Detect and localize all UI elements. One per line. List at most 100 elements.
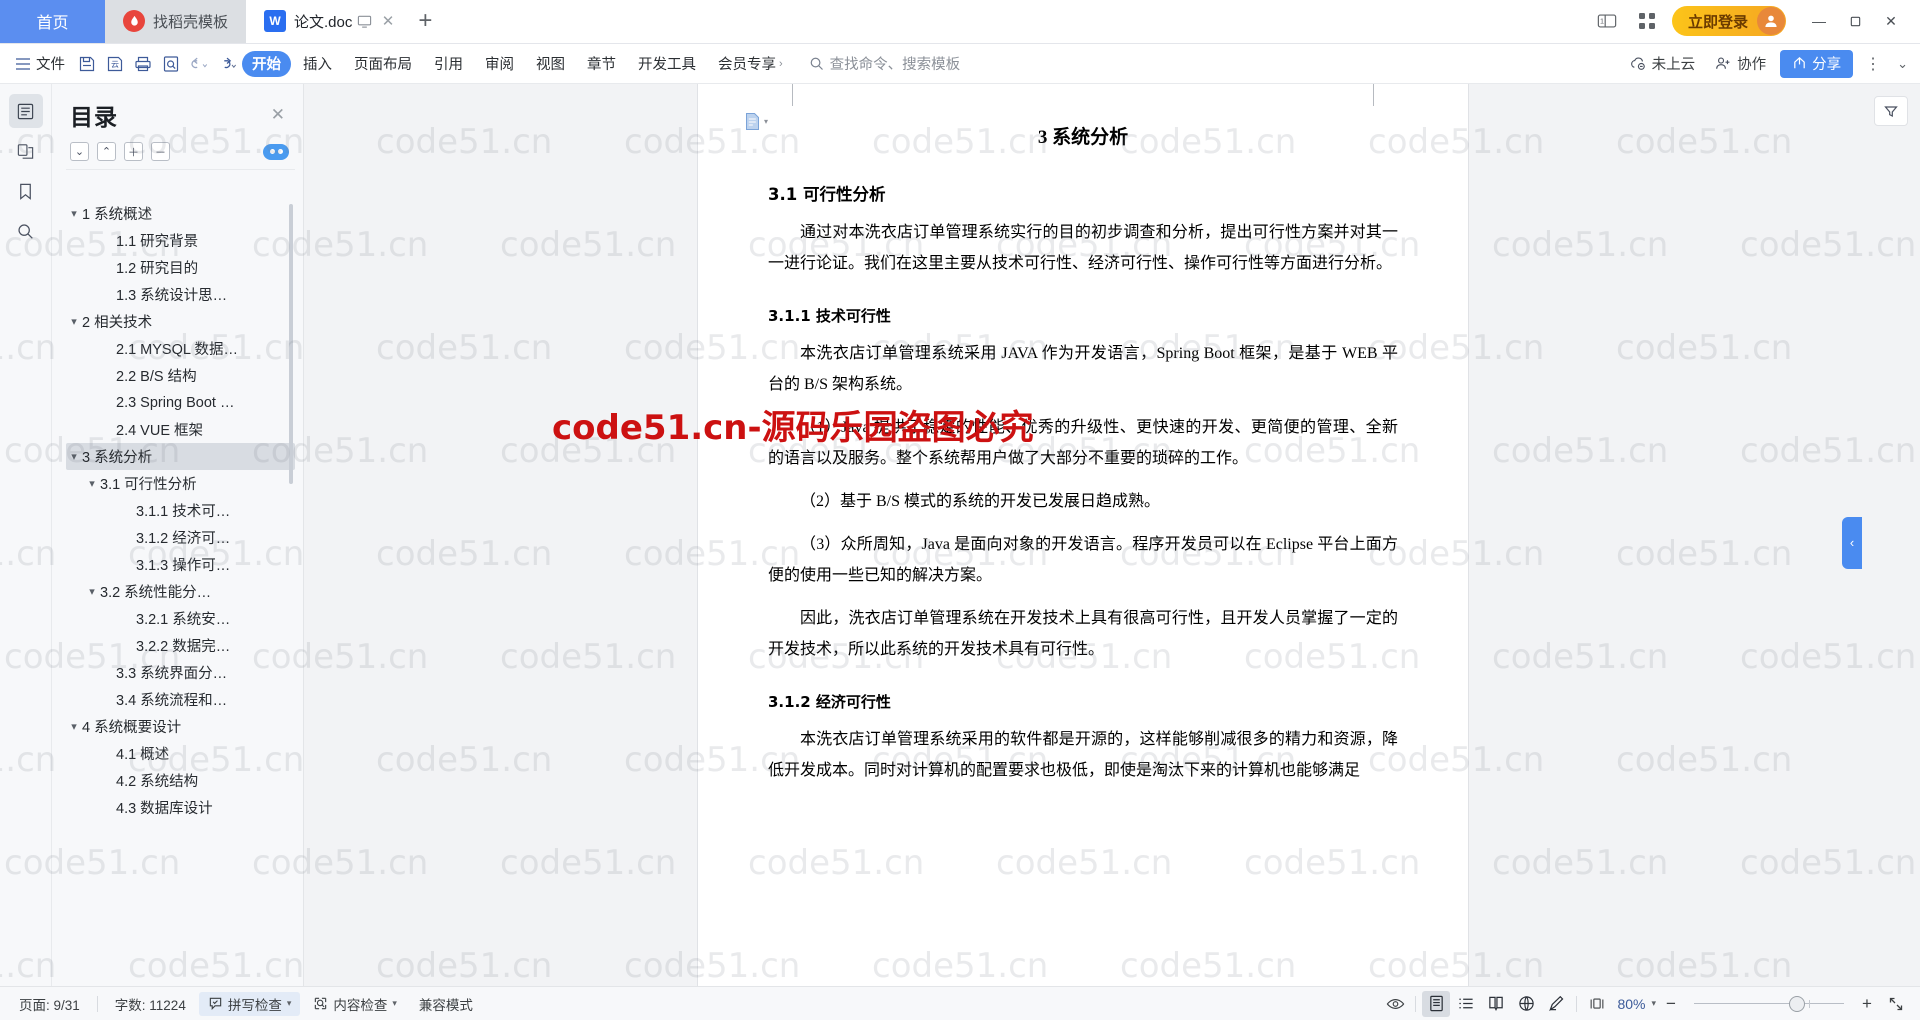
ribbon-tab-review[interactable]: 审阅 bbox=[475, 51, 524, 77]
toc-item[interactable]: 3.2.2 数据完… bbox=[66, 632, 295, 659]
present-icon[interactable] bbox=[357, 14, 372, 29]
login-button[interactable]: 立即登录 bbox=[1671, 6, 1786, 36]
more-options-icon[interactable]: ⋮ bbox=[1861, 54, 1885, 74]
maximize-button[interactable] bbox=[1838, 6, 1872, 36]
new-tab-button[interactable]: + bbox=[404, 0, 446, 43]
compatibility-mode-label[interactable]: 兼容模式 bbox=[410, 992, 482, 1016]
page-indicator[interactable]: 页面: 9/31 bbox=[10, 992, 89, 1016]
tab-daoke-templates[interactable]: 找稻壳模板 bbox=[105, 0, 247, 43]
ribbon-tab-start[interactable]: 开始 bbox=[242, 50, 291, 77]
document-page[interactable]: ▾ 3 系统分析 3.1 可行性分析 通过对本洗衣店订单管理系统实行的目的初步调查… bbox=[698, 84, 1468, 986]
toc-item[interactable]: 3.1.3 操作可… bbox=[66, 551, 295, 578]
zoom-out-button[interactable]: − bbox=[1658, 992, 1684, 1016]
document-canvas[interactable]: ▾ 3 系统分析 3.1 可行性分析 通过对本洗衣店订单管理系统实行的目的初步调查… bbox=[304, 84, 1862, 986]
ribbon-tab-insert[interactable]: 插入 bbox=[293, 51, 342, 77]
content-check-button[interactable]: 内容检查 ▾ bbox=[304, 992, 406, 1016]
toc-item-list[interactable]: ▾ 1 系统概述 1.1 研究背景 1.2 研究目的 1.3 系统设计思… ▾ 2 相关技术… bbox=[66, 169, 295, 986]
toc-item[interactable]: 3.4 系统流程和… bbox=[66, 686, 295, 713]
ribbon-tab-page-layout[interactable]: 页面布局 bbox=[344, 51, 422, 77]
bookmark-panel-icon[interactable] bbox=[9, 174, 43, 208]
tab-document[interactable]: W 论文.doc ✕ bbox=[246, 0, 405, 43]
undo-icon[interactable] bbox=[186, 50, 212, 78]
word-count[interactable]: 字数: 11224 bbox=[106, 992, 195, 1016]
chevron-down-icon[interactable]: ▾ bbox=[1651, 998, 1656, 1009]
move-down-icon[interactable]: ⌄ bbox=[70, 142, 89, 161]
toc-item[interactable]: 2.1 MYSQL 数据… bbox=[66, 335, 295, 362]
app-grid-icon[interactable] bbox=[1632, 7, 1662, 35]
minimize-button[interactable]: — bbox=[1802, 6, 1836, 36]
outline-panel-icon[interactable] bbox=[8, 94, 43, 128]
search-input[interactable]: 查找命令、搜索模板 bbox=[809, 53, 960, 74]
ribbon-tab-reference[interactable]: 引用 bbox=[424, 51, 473, 77]
toc-item[interactable]: ▾ 4 系统概要设计 bbox=[66, 713, 295, 740]
tab-home[interactable]: 首页 bbox=[0, 0, 105, 43]
chevron-down-icon[interactable]: ▾ bbox=[84, 585, 100, 598]
save-icon[interactable] bbox=[74, 50, 100, 78]
chevron-down-icon[interactable]: ▾ bbox=[66, 207, 82, 220]
split-view-icon[interactable]: 1 bbox=[1592, 7, 1622, 35]
zoom-in-button[interactable]: + bbox=[1854, 992, 1880, 1016]
fullscreen-icon[interactable] bbox=[1882, 991, 1910, 1017]
toc-item[interactable]: 2.4 VUE 框架 bbox=[66, 416, 295, 443]
toc-item[interactable]: 3.1.2 经济可… bbox=[66, 524, 295, 551]
share-button[interactable]: 分享 bbox=[1780, 49, 1854, 78]
toc-item[interactable]: 4.2 系统结构 bbox=[66, 767, 295, 794]
file-menu-button[interactable]: 文件 bbox=[8, 49, 72, 79]
print-icon[interactable] bbox=[130, 50, 156, 78]
fit-page-icon[interactable] bbox=[1583, 991, 1611, 1017]
toc-scrollbar[interactable] bbox=[289, 204, 293, 484]
print-preview-icon[interactable] bbox=[158, 50, 184, 78]
ribbon-tab-view[interactable]: 视图 bbox=[526, 51, 575, 77]
thumbnail-panel-icon[interactable] bbox=[9, 134, 43, 168]
web-view-icon[interactable] bbox=[1512, 991, 1540, 1017]
zoom-slider[interactable] bbox=[1694, 995, 1844, 1012]
toc-item[interactable]: ▾ 3 系统分析 bbox=[66, 443, 295, 470]
toc-item[interactable]: 1.3 系统设计思… bbox=[66, 281, 295, 308]
close-tab-icon[interactable]: ✕ bbox=[382, 14, 395, 29]
chevron-down-icon[interactable]: ▾ bbox=[66, 315, 82, 328]
chevron-down-icon[interactable]: ▾ bbox=[66, 720, 82, 733]
page-view-icon[interactable] bbox=[1422, 990, 1451, 1017]
toc-item[interactable]: 2.3 Spring Boot … bbox=[66, 389, 295, 416]
collaborate-button[interactable]: 协作 bbox=[1709, 50, 1772, 78]
toc-item[interactable]: ▾ 3.1 可行性分析 bbox=[66, 470, 295, 497]
save-as-icon[interactable]: 云 bbox=[102, 50, 128, 78]
paragraph-style-marker[interactable]: ▾ bbox=[744, 112, 768, 131]
ribbon-tab-dev-tools[interactable]: 开发工具 bbox=[628, 51, 706, 77]
chevron-down-icon[interactable]: ▾ bbox=[287, 998, 292, 1009]
toc-item[interactable]: 2.2 B/S 结构 bbox=[66, 362, 295, 389]
redo-icon[interactable] bbox=[214, 50, 240, 78]
toc-item[interactable]: 1.2 研究目的 bbox=[66, 254, 295, 281]
expand-all-icon[interactable]: ＋ bbox=[124, 142, 143, 161]
toc-item[interactable]: ▾ 3.2 系统性能分… bbox=[66, 578, 295, 605]
eye-icon[interactable] bbox=[1381, 991, 1409, 1017]
document-body[interactable]: 3.1 可行性分析 通过对本洗衣店订单管理系统实行的目的初步调查和分析，提出可行性… bbox=[768, 181, 1398, 786]
ribbon-tab-member[interactable]: 会员专享 › bbox=[708, 51, 793, 77]
close-toc-icon[interactable]: ✕ bbox=[267, 103, 289, 127]
sidebar-expand-handle[interactable]: ‹ bbox=[1842, 516, 1862, 569]
chevron-down-icon[interactable]: ▾ bbox=[84, 477, 100, 490]
close-button[interactable]: ✕ bbox=[1874, 6, 1908, 36]
zoom-slider-knob[interactable] bbox=[1788, 995, 1805, 1012]
collapse-ribbon-icon[interactable]: ⌄ bbox=[1893, 56, 1912, 72]
toc-more-icon[interactable] bbox=[263, 143, 289, 160]
toc-item[interactable]: 3.2.1 系统安… bbox=[66, 605, 295, 632]
move-up-icon[interactable]: ⌃ bbox=[97, 142, 116, 161]
outline-view-icon[interactable] bbox=[1452, 991, 1480, 1017]
search-panel-icon[interactable] bbox=[9, 214, 43, 248]
toc-item[interactable]: ▾ 1 系统概述 bbox=[66, 200, 295, 227]
toc-item[interactable]: 4.3 数据库设计 bbox=[66, 794, 295, 821]
collapse-all-icon[interactable]: － bbox=[151, 142, 170, 161]
chevron-down-icon[interactable]: ▾ bbox=[392, 998, 397, 1009]
toc-item[interactable]: 3.1.1 技术可… bbox=[66, 497, 295, 524]
reading-view-icon[interactable] bbox=[1482, 991, 1510, 1017]
zoom-level-label[interactable]: 80% bbox=[1613, 996, 1649, 1012]
cloud-status-button[interactable]: 未上云 bbox=[1624, 50, 1702, 78]
filter-icon[interactable] bbox=[1874, 96, 1908, 126]
spellcheck-button[interactable]: 拼写检查 ▾ bbox=[198, 991, 301, 1016]
toc-item[interactable]: ▾ 2 相关技术 bbox=[66, 308, 295, 335]
toc-item[interactable]: 3.3 系统界面分… bbox=[66, 659, 295, 686]
ribbon-tab-section[interactable]: 章节 bbox=[577, 51, 626, 77]
edit-view-icon[interactable] bbox=[1542, 991, 1570, 1017]
chevron-down-icon[interactable]: ▾ bbox=[66, 450, 82, 463]
